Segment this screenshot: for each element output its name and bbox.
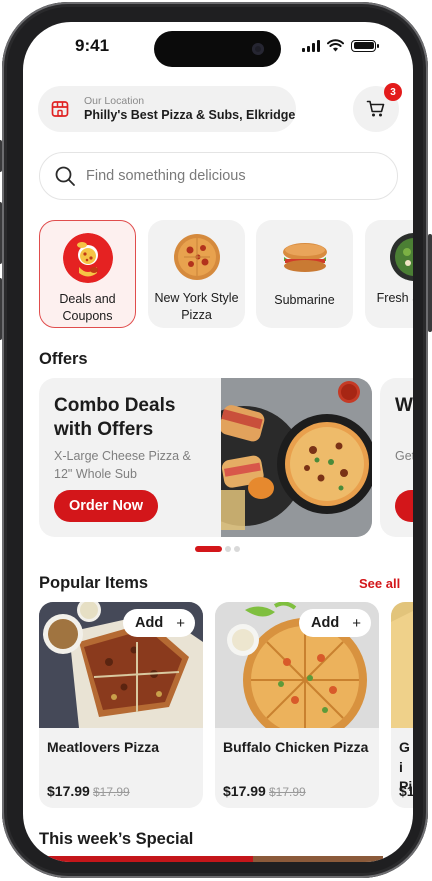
location-caption: Our Location [84, 95, 145, 108]
pagination-dot[interactable] [234, 546, 240, 552]
salad-icon [389, 233, 413, 281]
category-label: Fresh Salads [376, 291, 413, 305]
status-time: 9:41 [75, 36, 110, 55]
offer-subtitle: X-Large Cheese Pizza & 12" Whole Sub [54, 449, 191, 481]
action-button [0, 140, 2, 172]
item-original-price: $17.99 [93, 785, 130, 799]
offer-title: Combo Deals with Offers [54, 395, 176, 441]
add-to-cart-button[interactable]: Add + [299, 609, 371, 637]
add-label: Add [135, 615, 164, 631]
item-price: $1 [399, 783, 413, 799]
location-selector[interactable]: Our Location Philly's Best Pizza & Subs,… [38, 86, 296, 132]
offer-card[interactable]: Combo Deals with Offers X-Large Cheese P… [39, 378, 372, 537]
sub-sandwich-icon [282, 243, 327, 272]
location-name: Philly's Best Pizza & Subs, Elkridge [84, 107, 296, 122]
pagination-dot-active[interactable] [195, 546, 222, 552]
add-label: Add [311, 615, 340, 631]
dynamic-island [154, 31, 281, 67]
item-price: $17.99 [47, 783, 90, 799]
store-icon [51, 101, 69, 117]
search-icon [55, 166, 75, 186]
category-new-york-style-pizza[interactable]: New York Style Pizza [148, 220, 245, 328]
power-button [428, 234, 432, 332]
search-input[interactable] [86, 168, 356, 184]
cart-button[interactable]: 3 [353, 83, 402, 132]
plus-icon: + [352, 614, 361, 632]
popular-item-card[interactable]: Add + Meatlovers Pizza $17.99 $17.99 [39, 602, 203, 808]
cellular-signal-icon [302, 39, 320, 52]
category-label: Submarine [274, 293, 335, 307]
order-now-button[interactable] [395, 490, 413, 522]
offer-card-secondary[interactable]: W 20 Get ord [380, 378, 413, 537]
popular-item-card[interactable]: Gi Pi $1 [391, 602, 413, 808]
weekly-special-banner[interactable] [23, 856, 413, 862]
item-name: Buffalo Chicken Pizza [223, 739, 369, 755]
pizza-icon [173, 234, 220, 280]
status-icons [302, 39, 379, 52]
offer-title: W 20 [395, 395, 413, 416]
cart-count-badge: 3 [384, 83, 402, 101]
phone-frame: 9:41 Our Location Philly's Best Pizza & … [0, 2, 432, 878]
combo-deal-image [221, 378, 372, 537]
offers-heading: Offers [39, 350, 88, 368]
pizza-image [391, 602, 413, 728]
item-name: Meatlovers Pizza [47, 739, 160, 755]
offers-pagination [195, 546, 240, 552]
see-all-link[interactable]: See all [359, 576, 400, 591]
search-bar[interactable] [39, 152, 398, 200]
cart-icon [366, 100, 385, 117]
front-camera-icon [252, 43, 264, 55]
weekly-special-heading: This week’s Special [39, 830, 194, 848]
pagination-dot[interactable] [225, 546, 231, 552]
offer-subtitle: Get ord [395, 449, 413, 463]
battery-icon [351, 39, 379, 52]
popular-items-heading: Popular Items [39, 574, 149, 592]
category-deals-and-coupons[interactable]: Deals and Coupons [39, 220, 136, 328]
add-to-cart-button[interactable]: Add + [123, 609, 195, 637]
popular-item-card[interactable]: Add + Buffalo Chicken Pizza $17.99 $17.9… [215, 602, 379, 808]
wifi-icon [327, 39, 344, 52]
plus-icon: + [176, 614, 185, 632]
category-fresh-salads[interactable]: Fresh Salads [365, 220, 413, 328]
item-original-price: $17.99 [269, 785, 306, 799]
category-label: Deals and Coupons [59, 292, 116, 323]
app-screen: 9:41 Our Location Philly's Best Pizza & … [23, 22, 413, 862]
deals-mascot-icon [62, 233, 113, 283]
item-price: $17.99 [223, 783, 266, 799]
order-now-button[interactable]: Order Now [54, 490, 158, 522]
category-label: New York Style Pizza [154, 291, 239, 322]
volume-up-button [0, 202, 2, 264]
category-submarine[interactable]: Submarine [256, 220, 353, 328]
volume-down-button [0, 278, 2, 340]
